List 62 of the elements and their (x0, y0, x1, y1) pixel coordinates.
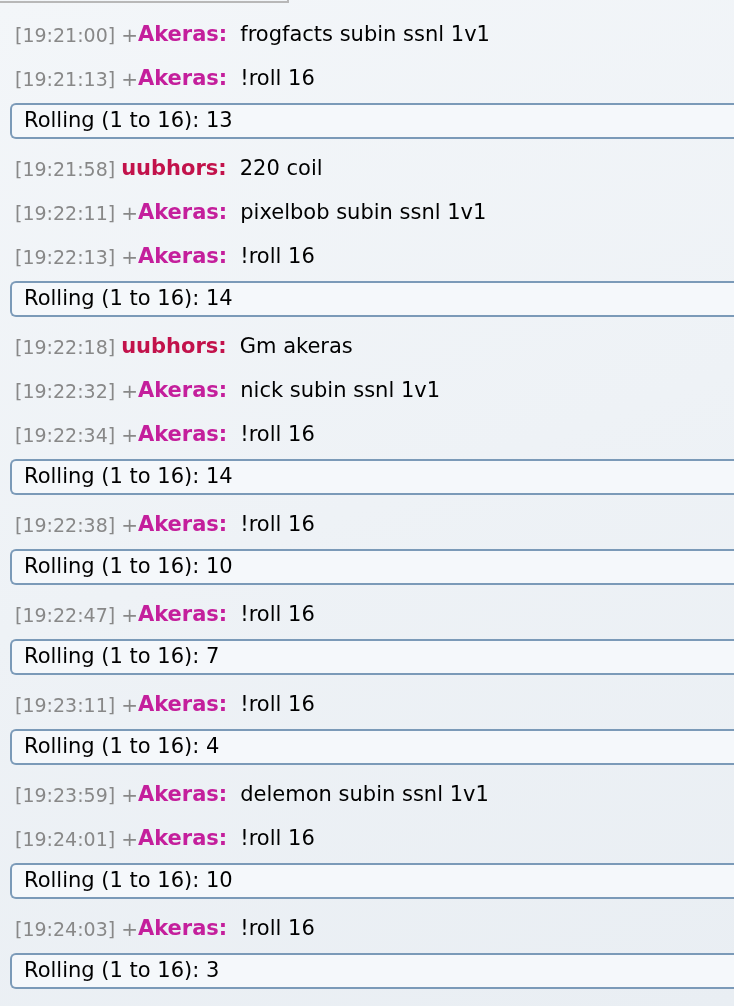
user-rank: + (121, 66, 138, 93)
message-text: frogfacts subin ssnl 1v1 (240, 21, 490, 49)
message-text: !roll 16 (240, 421, 315, 449)
message-text: !roll 16 (240, 65, 315, 93)
timestamp: [19:22:11] (15, 200, 116, 226)
timestamp: [19:23:59] (15, 782, 116, 808)
timestamp: [19:23:11] (15, 692, 116, 718)
message-text: nick subin ssnl 1v1 (240, 377, 441, 405)
user-rank: + (121, 512, 138, 539)
message-text: !roll 16 (240, 243, 315, 271)
username[interactable]: Akeras: (137, 689, 228, 721)
roll-result: Rolling (1 to 16): 10 (10, 549, 734, 585)
roll-result: Rolling (1 to 16): 10 (10, 863, 734, 899)
username[interactable]: uubhors: (121, 153, 227, 185)
message-text: pixelbob subin ssnl 1v1 (240, 199, 487, 227)
message-text: delemon subin ssnl 1v1 (240, 781, 489, 809)
user-rank: + (121, 916, 138, 943)
user-rank: + (121, 826, 138, 853)
timestamp: [19:22:18] (15, 334, 116, 360)
username[interactable]: Akeras: (137, 599, 228, 631)
roll-result: Rolling (1 to 16): 14 (10, 281, 734, 317)
username[interactable]: Akeras: (137, 375, 228, 407)
user-rank: + (121, 602, 138, 629)
user-rank: + (121, 692, 138, 719)
message-text: !roll 16 (240, 691, 315, 719)
timestamp: [19:22:34] (15, 422, 116, 448)
username[interactable]: uubhors: (121, 331, 227, 363)
username[interactable]: Akeras: (137, 197, 228, 229)
timestamp: [19:24:03] (15, 916, 116, 942)
timestamp: [19:22:32] (15, 378, 116, 404)
message-text: !roll 16 (240, 915, 315, 943)
roll-result: Rolling (1 to 16): 13 (10, 103, 734, 139)
message-text: Gm akeras (239, 333, 353, 361)
username[interactable]: Akeras: (137, 913, 228, 945)
username[interactable]: Akeras: (137, 63, 228, 95)
timestamp: [19:22:38] (15, 512, 116, 538)
roll-result: Rolling (1 to 16): 14 (10, 459, 734, 495)
timestamp: [19:21:00] (15, 22, 116, 48)
timestamp: [19:21:13] (15, 66, 116, 92)
message-text: 220 coil (239, 155, 323, 183)
username[interactable]: Akeras: (137, 823, 228, 855)
user-rank: + (121, 22, 138, 49)
user-rank: + (121, 782, 138, 809)
timestamp: [19:22:13] (15, 244, 116, 270)
user-rank: + (121, 378, 138, 405)
username[interactable]: Akeras: (137, 419, 228, 451)
message-text: !roll 16 (240, 511, 315, 539)
username[interactable]: Akeras: (137, 779, 228, 811)
roll-result: Rolling (1 to 16): 7 (10, 639, 734, 675)
user-rank: + (121, 422, 138, 449)
username[interactable]: Akeras: (137, 241, 228, 273)
username[interactable]: Akeras: (137, 509, 228, 541)
user-rank: + (121, 200, 138, 227)
roll-result: Rolling (1 to 16): 3 (10, 953, 734, 989)
timestamp: [19:21:58] (15, 156, 116, 182)
message-text: !roll 16 (240, 601, 315, 629)
roll-result: Rolling (1 to 16): 4 (10, 729, 734, 765)
username[interactable]: Akeras: (137, 19, 228, 51)
timestamp: [19:24:01] (15, 826, 116, 852)
user-rank: + (121, 244, 138, 271)
timestamp: [19:22:47] (15, 602, 116, 628)
message-text: !roll 16 (240, 825, 315, 853)
